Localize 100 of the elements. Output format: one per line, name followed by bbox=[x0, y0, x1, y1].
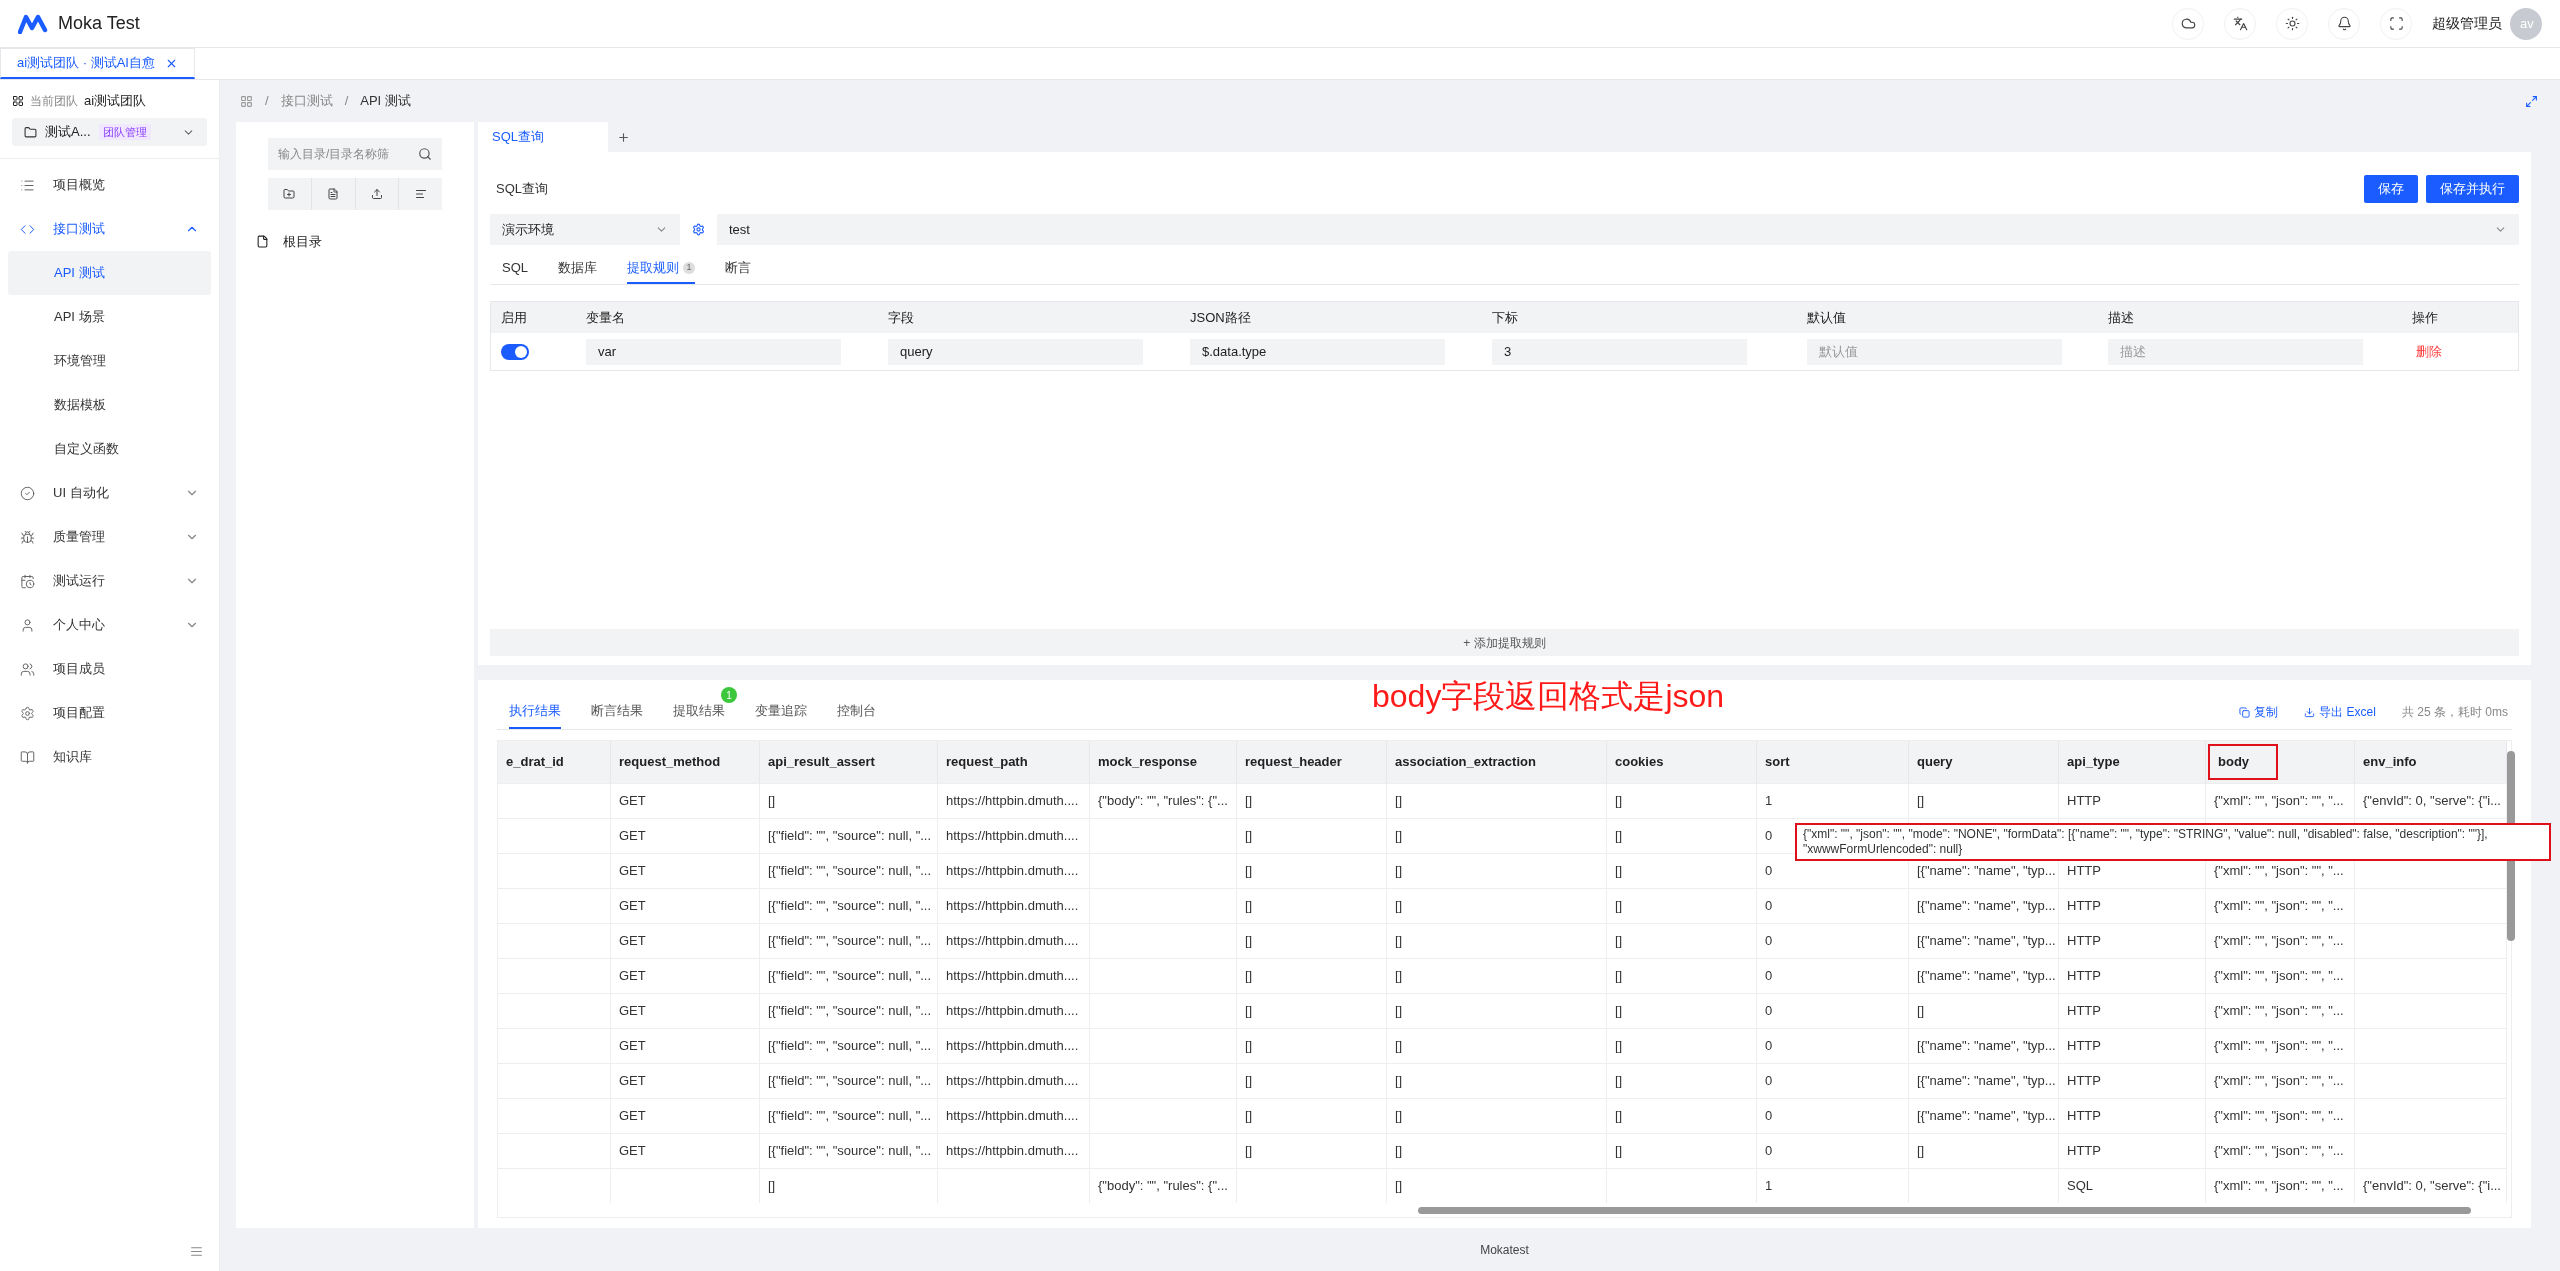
table-cell-text: {"xml": "", "json": "", "... bbox=[2214, 897, 2344, 916]
save-and-run-button[interactable]: 保存并执行 bbox=[2426, 175, 2519, 203]
app-title: Moka Test bbox=[58, 12, 140, 35]
table-cell-text: {"xml": "", "json": "", "... bbox=[2214, 932, 2344, 951]
sub-tab[interactable]: 数据库 bbox=[558, 254, 597, 284]
result-tab[interactable]: 控制台 bbox=[837, 695, 876, 729]
sub-tab[interactable]: 提取规则 1 bbox=[627, 254, 695, 284]
cell-tooltip: {"xml": "", "json": "", "mode": "NONE", "formData": [{"name": "", "type": "STRING", "value": null, "disabled": false, "description": ""}], "xwwwFormUrlencoded": null} bbox=[1795, 823, 2551, 861]
settings-icon[interactable] bbox=[692, 223, 705, 236]
menu-item[interactable]: 测试运行 bbox=[0, 559, 219, 603]
table-cell-text: 0 bbox=[1765, 827, 1773, 846]
save-button[interactable]: 保存 bbox=[2364, 175, 2418, 203]
table-cell-text: {"xml": "", "json": "", "... bbox=[2214, 1107, 2344, 1126]
column-header: 启用 bbox=[501, 308, 528, 327]
table-cell-text: [] bbox=[1615, 1072, 1623, 1091]
table-cell-text: 0 bbox=[1765, 1037, 1773, 1056]
table-cell-text: [{"field": "", "source": null, "... bbox=[768, 1142, 932, 1161]
column-header: mock_response bbox=[1098, 753, 1197, 772]
table-cell-text: GET bbox=[619, 862, 646, 881]
table-cell-text: {"body": "", "rules": {"... bbox=[1098, 1177, 1228, 1196]
page-tab-label[interactable]: ai测试团队 · 测试AI自愈 bbox=[17, 53, 155, 73]
column-header: request_header bbox=[1245, 753, 1342, 772]
table-cell-text: HTTP bbox=[2067, 1107, 2101, 1126]
home-icon[interactable] bbox=[240, 94, 253, 108]
input-field[interactable]: $.data.type bbox=[1190, 338, 1445, 365]
menu-item[interactable]: 知识库 bbox=[0, 735, 219, 779]
menu-item[interactable]: 项目概览 bbox=[0, 163, 219, 207]
table-cell-text: [{"name": "name", "typ... bbox=[1917, 862, 2056, 881]
table-cell-text: [{"name": "name", "typ... bbox=[1917, 897, 2056, 916]
input-field[interactable]: 默认值 bbox=[1807, 338, 2062, 365]
tree-node[interactable]: 根目录 bbox=[256, 232, 442, 252]
export-link[interactable]: 导出 Excel bbox=[2304, 703, 2376, 721]
table-cell-text: [] bbox=[1245, 1037, 1253, 1056]
table-cell-text: {"body": "", "rules": {"... bbox=[1098, 792, 1228, 811]
table-cell-text: [{"field": "", "source": null, "... bbox=[768, 897, 932, 916]
table-cell-text: [] bbox=[1245, 1002, 1253, 1021]
table-cell-text: [{"name": "name", "typ... bbox=[1917, 1037, 2056, 1056]
result-tab[interactable]: 执行结果 bbox=[509, 695, 561, 729]
submenu-item[interactable]: 自定义函数 bbox=[8, 427, 211, 471]
table-cell-text: 0 bbox=[1765, 967, 1773, 986]
search-icon[interactable] bbox=[418, 147, 432, 161]
editor-tab[interactable]: SQL查询 bbox=[478, 122, 608, 152]
table-cell-text: HTTP bbox=[2067, 1037, 2101, 1056]
menu-item[interactable]: UI 自动化 bbox=[0, 471, 219, 515]
table-cell-text: [] bbox=[1615, 897, 1623, 916]
submenu-item[interactable]: 数据模板 bbox=[8, 383, 211, 427]
table-cell-text: {"xml": "", "json": "", "... bbox=[2214, 1037, 2344, 1056]
breadcrumb-item[interactable]: API 测试 bbox=[360, 91, 411, 111]
table-cell-text: https://httpbin.dmuth.... bbox=[946, 1107, 1079, 1126]
user-name[interactable]: 超级管理员 bbox=[2432, 13, 2502, 34]
copy-link[interactable]: 复制 bbox=[2239, 703, 2279, 721]
collapse-icon[interactable] bbox=[190, 1244, 203, 1258]
enable-toggle[interactable] bbox=[501, 343, 529, 360]
folder-icon bbox=[24, 125, 37, 139]
submenu-item[interactable]: API 测试 bbox=[8, 251, 211, 295]
table-cell-text: {"xml": "", "json": "", "... bbox=[2214, 862, 2344, 881]
menu-item[interactable]: 项目配置 bbox=[0, 691, 219, 735]
result-tab[interactable]: 断言结果 bbox=[591, 695, 643, 729]
table-cell-text: https://httpbin.dmuth.... bbox=[946, 967, 1079, 986]
table-cell-text: [] bbox=[768, 1177, 776, 1196]
project-select[interactable]: 测试A... 团队管理 bbox=[12, 118, 207, 146]
table-cell-text: https://httpbin.dmuth.... bbox=[946, 862, 1079, 881]
sub-tab[interactable]: SQL bbox=[502, 254, 528, 284]
result-tab[interactable]: 变量追踪 bbox=[755, 695, 807, 729]
table-cell-text: 0 bbox=[1765, 1072, 1773, 1091]
table-cell-text: [{"field": "", "source": null, "... bbox=[768, 1072, 932, 1091]
check-circle-icon bbox=[20, 485, 35, 501]
input-field[interactable]: var bbox=[586, 338, 841, 365]
add-rule-button[interactable]: + 添加提取规则 bbox=[490, 629, 2519, 656]
table-cell-text: HTTP bbox=[2067, 1072, 2101, 1091]
column-header: request_method bbox=[619, 753, 721, 772]
table-cell-text: {"xml": "", "json": "", "... bbox=[2214, 792, 2344, 811]
table-cell-text: {"xml": "", "json": "", "... bbox=[2214, 967, 2344, 986]
result-summary: 共 25 条，耗时 0ms bbox=[2401, 704, 2508, 721]
sub-tab[interactable]: 断言 bbox=[725, 254, 751, 284]
column-header: body bbox=[2208, 744, 2278, 780]
delete-link[interactable]: 删除 bbox=[2408, 341, 2518, 362]
table-cell-text: HTTP bbox=[2067, 792, 2101, 811]
table-cell-text: {"envId": 0, "serve": {"i... bbox=[2363, 792, 2501, 811]
menu-item[interactable]: 个人中心 bbox=[0, 603, 219, 647]
expand-icon[interactable] bbox=[2525, 94, 2538, 108]
count-badge: 1 bbox=[721, 687, 737, 703]
table-cell-text: [] bbox=[1395, 897, 1403, 916]
menu-item[interactable]: 质量管理 bbox=[0, 515, 219, 559]
input-field[interactable]: 描述 bbox=[2108, 338, 2363, 365]
menu-item[interactable]: 项目成员 bbox=[0, 647, 219, 691]
menu-item[interactable]: 接口测试 bbox=[0, 207, 219, 251]
datasource-select[interactable]: test bbox=[717, 214, 2519, 245]
table-cell-text: https://httpbin.dmuth.... bbox=[946, 827, 1079, 846]
submenu-item[interactable]: 环境管理 bbox=[8, 339, 211, 383]
table-cell-text: GET bbox=[619, 1002, 646, 1021]
submenu-item[interactable]: API 场景 bbox=[8, 295, 211, 339]
calendar-icon bbox=[20, 573, 35, 589]
table-cell-text: [{"field": "", "source": null, "... bbox=[768, 1002, 932, 1021]
table-cell-text: GET bbox=[619, 1107, 646, 1126]
input-field[interactable]: 3 bbox=[1492, 338, 1747, 365]
table-cell-text: 1 bbox=[1765, 1177, 1773, 1196]
table-cell-text: {"xml": "", "json": "", "... bbox=[2214, 1072, 2344, 1091]
environment-select[interactable]: 演示环境 bbox=[490, 214, 680, 245]
input-field[interactable]: query bbox=[888, 338, 1143, 365]
